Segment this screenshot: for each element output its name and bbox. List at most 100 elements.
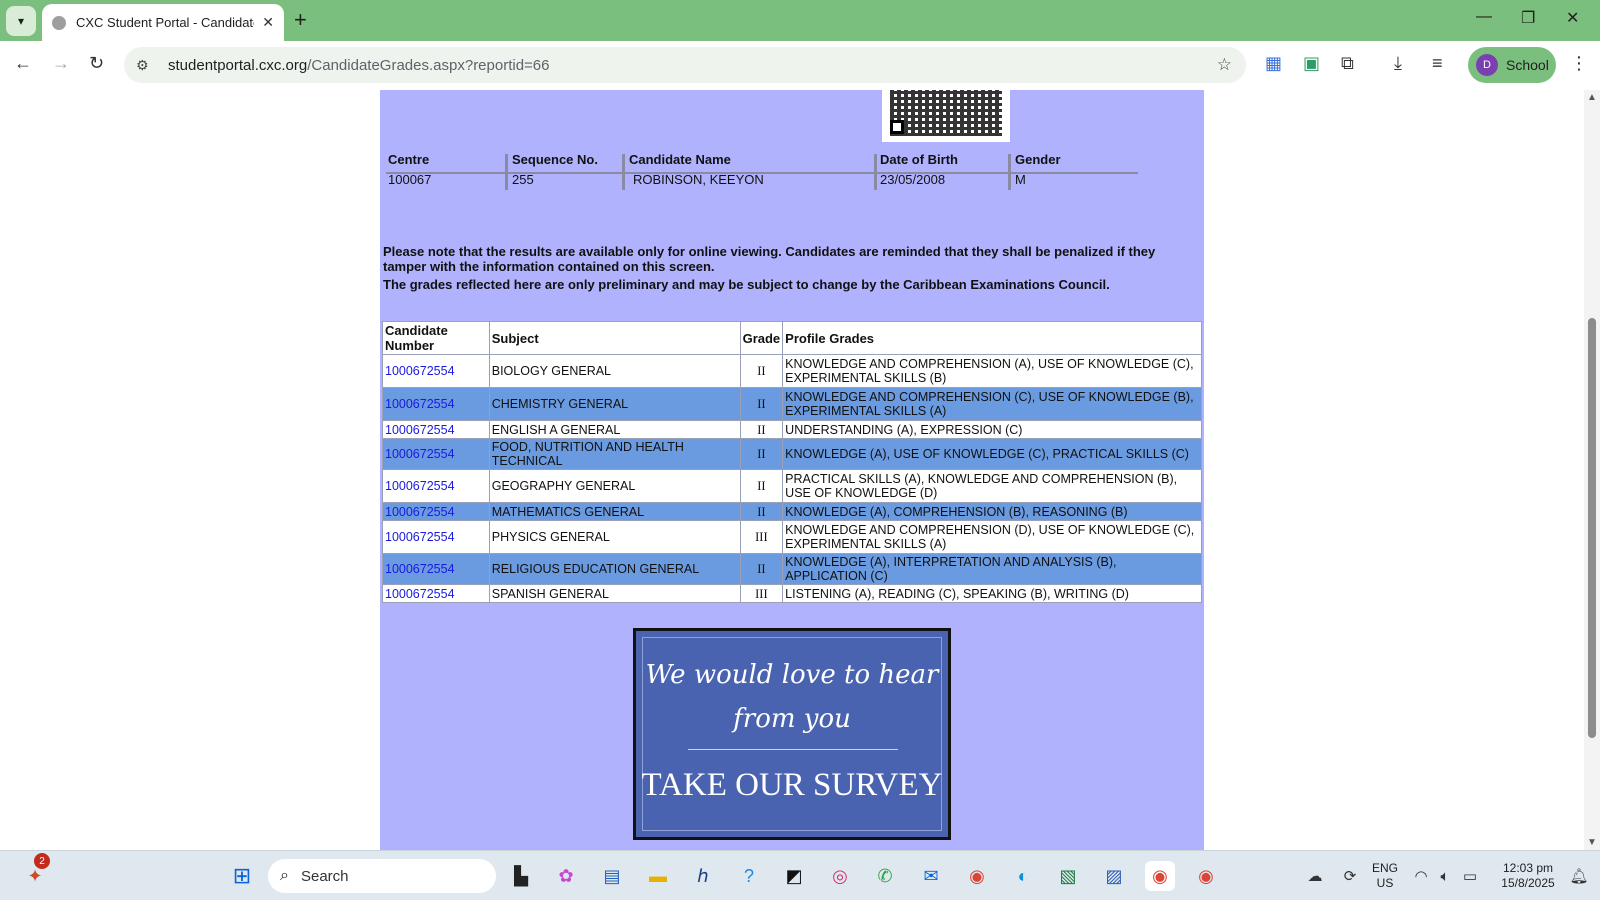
scroll-up-arrow-icon[interactable]: ▲: [1587, 92, 1597, 103]
profile-grades-cell: KNOWLEDGE AND COMPREHENSION (D), USE OF …: [782, 520, 1202, 554]
dob-value: 23/05/2008: [880, 172, 946, 187]
candidate-name-value: ROBINSON, KEEYON: [633, 172, 764, 187]
candidate-number-link[interactable]: 1000672554: [382, 469, 490, 503]
survey-tagline: We would love to hear from you: [636, 653, 948, 741]
task-view-icon[interactable]: ▙: [506, 861, 536, 891]
region-code: US: [1376, 876, 1394, 890]
subject-cell: RELIGIOUS EDUCATION GENERAL: [488, 553, 741, 585]
tab-close-icon[interactable]: ✕: [262, 14, 274, 31]
gender-value: M: [1015, 172, 1026, 187]
new-tab-button[interactable]: +: [294, 9, 307, 31]
extension-icon-1[interactable]: ▦: [1265, 53, 1282, 74]
candidate-name-field: Candidate Name ROBINSON, KEEYON: [629, 152, 764, 187]
file-explorer-icon[interactable]: ▬: [643, 861, 673, 891]
taskbar-search-input[interactable]: ⌕ Search: [268, 859, 496, 893]
candidate-number-link[interactable]: 1000672554: [382, 354, 490, 388]
candidate-number-link[interactable]: 1000672554: [382, 387, 490, 421]
clock[interactable]: 12:03 pm 15/8/2025: [1492, 861, 1564, 891]
candidate-number-link[interactable]: 1000672554: [382, 584, 490, 603]
avatar: D: [1476, 54, 1498, 76]
table-row: 1000672554 PHYSICS GENERAL III KNOWLEDGE…: [382, 520, 1202, 554]
qr-finder-corner: [890, 120, 904, 134]
subject-cell: SPANISH GENERAL: [488, 584, 741, 603]
candidate-number-link[interactable]: 1000672554: [382, 438, 490, 470]
reload-button[interactable]: ↻: [89, 53, 104, 74]
site-info-icon[interactable]: ⚙: [136, 57, 156, 74]
header-candidate-number: Candidate Number: [382, 321, 490, 355]
subject-cell: FOOD, NUTRITION AND HEALTH TECHNICAL: [488, 438, 741, 470]
survey-banner[interactable]: We would love to hear from you TAKE OUR …: [633, 628, 951, 840]
candidate-number-link[interactable]: 1000672554: [382, 420, 490, 439]
sequence-label: Sequence No.: [512, 152, 598, 167]
whatsapp-icon[interactable]: ✆: [870, 861, 900, 891]
bookmark-star-icon[interactable]: ☆: [1217, 55, 1232, 75]
profile-grades-cell: LISTENING (A), READING (C), SPEAKING (B)…: [782, 584, 1202, 603]
centre-value: 100067: [388, 172, 432, 187]
scroll-down-arrow-icon[interactable]: ▼: [1587, 837, 1597, 848]
instagram-icon[interactable]: ◎: [825, 861, 855, 891]
grade-cell: II: [739, 420, 784, 439]
gender-field: Gender M: [1015, 152, 1061, 187]
browser-menu-icon[interactable]: ⋮: [1570, 53, 1588, 74]
sticky-notes-icon[interactable]: ◩: [779, 861, 809, 891]
table-row: 1000672554 BIOLOGY GENERAL II KNOWLEDGE …: [382, 354, 1202, 388]
battery-icon[interactable]: ▭: [1455, 861, 1485, 891]
clock-time: 12:03 pm: [1502, 861, 1554, 875]
tab-search-button[interactable]: ▾: [6, 6, 36, 36]
preliminary-notice: The grades reflected here are only preli…: [383, 277, 1110, 292]
scrollbar-thumb[interactable]: [1588, 318, 1596, 738]
word-icon[interactable]: ▨: [1099, 861, 1129, 891]
site-favicon-icon: [52, 15, 66, 30]
sequence-value: 255: [512, 172, 534, 187]
onedrive-icon[interactable]: ☁: [1300, 861, 1330, 891]
candidate-number-link[interactable]: 1000672554: [382, 502, 490, 521]
sequence-field: Sequence No. 255: [512, 152, 598, 187]
chrome-profile-2-icon[interactable]: ◉: [1191, 861, 1221, 891]
start-windows-icon[interactable]: ⊞: [227, 861, 257, 891]
hp-app-icon[interactable]: ℎ: [688, 861, 718, 891]
forward-button[interactable]: →: [52, 53, 70, 74]
subject-cell: PHYSICS GENERAL: [488, 520, 741, 554]
back-button[interactable]: ←: [14, 53, 32, 74]
excel-icon[interactable]: ▧: [1053, 861, 1083, 891]
subject-cell: BIOLOGY GENERAL: [488, 354, 741, 388]
chrome-icon[interactable]: ◉: [962, 861, 992, 891]
browser-titlebar: ▾ CXC Student Portal - Candidate ✕ + — ❐…: [0, 0, 1600, 41]
grade-cell: III: [739, 584, 784, 603]
edge-icon[interactable]: ◐: [1008, 861, 1038, 891]
survey-divider: [688, 749, 898, 750]
header-subject: Subject: [488, 321, 741, 355]
survey-tagline-line2: from you: [733, 704, 851, 734]
outlook-icon[interactable]: ✉: [916, 861, 946, 891]
page-viewport: Centre 100067 Sequence No. 255 Candidate…: [0, 90, 1584, 850]
chrome-profile-d-icon[interactable]: ◉: [1145, 861, 1175, 891]
browser-toolbar: ← → ↻ ⚙ studentportal.cxc.org/CandidateG…: [0, 41, 1600, 90]
copilot-icon[interactable]: ✿: [551, 861, 581, 891]
language-indicator[interactable]: ENG US: [1368, 861, 1402, 891]
profile-grades-cell: KNOWLEDGE (A), COMPREHENSION (B), REASON…: [782, 502, 1202, 521]
candidate-number-link[interactable]: 1000672554: [382, 520, 490, 554]
profile-grades-cell: KNOWLEDGE (A), INTERPRETATION AND ANALYS…: [782, 553, 1202, 585]
table-row: 1000672554 GEOGRAPHY GENERAL II PRACTICA…: [382, 469, 1202, 503]
gender-label: Gender: [1015, 152, 1061, 167]
candidate-number-link[interactable]: 1000672554: [382, 553, 490, 585]
candidate-name-label: Candidate Name: [629, 152, 731, 167]
results-notice: Please note that the results are availab…: [383, 244, 1156, 274]
active-tab[interactable]: CXC Student Portal - Candidate ✕: [42, 4, 284, 41]
profile-button[interactable]: D School: [1468, 47, 1556, 83]
address-bar[interactable]: ⚙ studentportal.cxc.org/CandidateGrades.…: [124, 47, 1246, 83]
close-window-button[interactable]: ✕: [1566, 8, 1579, 28]
take-survey-link[interactable]: TAKE OUR SURVEY: [636, 767, 948, 804]
store-icon[interactable]: ▤: [597, 861, 627, 891]
help-app-icon[interactable]: ?: [734, 861, 764, 891]
downloads-icon[interactable]: ⤓: [1394, 53, 1402, 74]
media-controls-icon[interactable]: ≡: [1432, 53, 1443, 74]
notification-bell-icon[interactable]: 🔔︎: [1564, 861, 1594, 891]
minimize-button[interactable]: —: [1476, 8, 1492, 26]
sync-icon[interactable]: ⟳: [1335, 861, 1365, 891]
search-icon: ⌕: [280, 867, 289, 884]
extensions-puzzle-icon[interactable]: ⧉: [1341, 53, 1354, 74]
extension-icon-2[interactable]: ▣: [1303, 53, 1320, 74]
restore-button[interactable]: ❐: [1521, 8, 1535, 28]
page-scrollbar[interactable]: ▲ ▼: [1584, 90, 1600, 850]
